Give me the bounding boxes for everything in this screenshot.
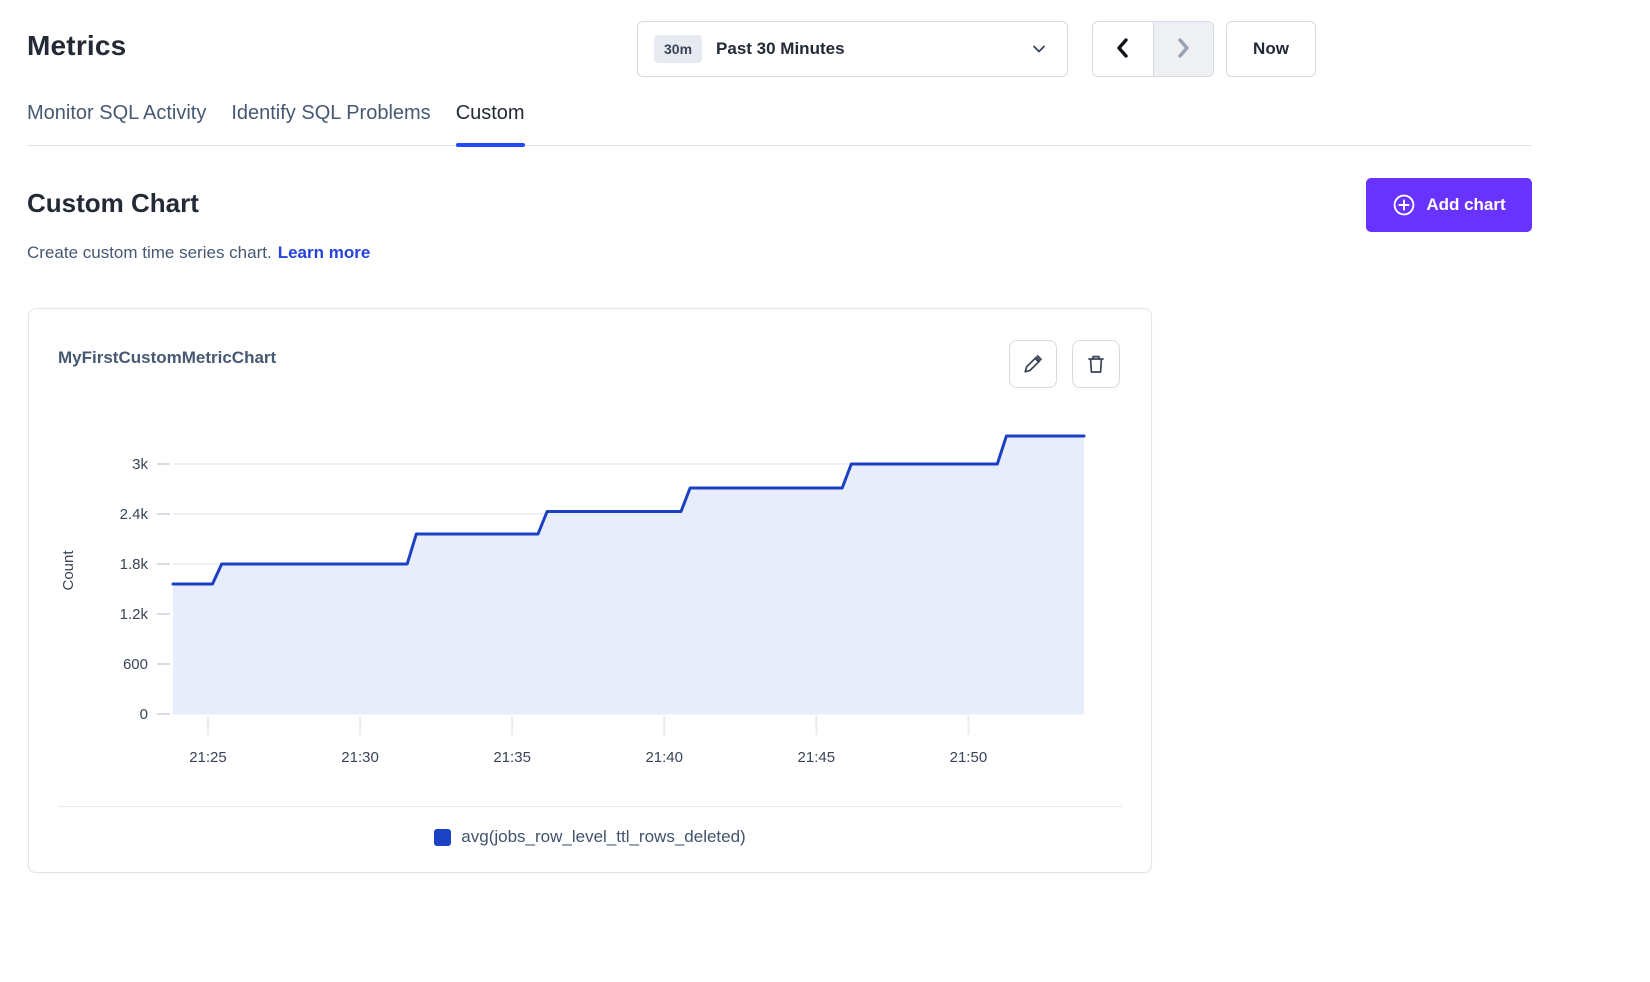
metrics-page: Metrics 30m Past 30 Minutes Now Monitor …	[0, 0, 1650, 982]
time-range-label: Past 30 Minutes	[716, 39, 845, 59]
delete-chart-button[interactable]	[1072, 340, 1120, 388]
svg-text:21:50: 21:50	[950, 749, 988, 766]
svg-text:Count: Count	[60, 550, 77, 591]
svg-text:1.8k: 1.8k	[120, 556, 149, 573]
section-title: Custom Chart	[27, 188, 199, 219]
tab-identify-sql-problems[interactable]: Identify SQL Problems	[231, 100, 430, 145]
custom-metric-chart-card: MyFirstCustomMetricChart 0 600 1.2k 1.8k 2.4…	[28, 308, 1152, 873]
trash-icon	[1085, 353, 1107, 375]
svg-text:1.2k: 1.2k	[120, 606, 149, 623]
add-chart-button[interactable]: Add chart	[1366, 178, 1532, 232]
svg-text:21:45: 21:45	[798, 749, 836, 766]
tab-monitor-sql-activity[interactable]: Monitor SQL Activity	[27, 100, 206, 145]
chevron-down-icon	[1031, 41, 1047, 57]
svg-text:2.4k: 2.4k	[120, 506, 149, 523]
page-title: Metrics	[27, 30, 126, 62]
pencil-icon	[1022, 353, 1044, 375]
now-button[interactable]: Now	[1226, 21, 1316, 77]
chart-title: MyFirstCustomMetricChart	[58, 348, 276, 368]
chevron-left-icon	[1113, 37, 1133, 62]
edit-chart-button[interactable]	[1009, 340, 1057, 388]
section-subtitle: Create custom time series chart. Learn mo…	[27, 243, 370, 263]
custom-time-series-chart: 0 600 1.2k 1.8k 2.4k 3k 21:25 21:30 21:35 21:40 21…	[29, 409, 1153, 777]
svg-text:21:30: 21:30	[341, 749, 379, 766]
subtitle-text: Create custom time series chart.	[27, 243, 272, 262]
svg-text:0: 0	[140, 706, 148, 723]
svg-text:21:40: 21:40	[645, 749, 683, 766]
chevron-right-icon	[1173, 37, 1193, 62]
time-range-badge: 30m	[654, 35, 702, 63]
learn-more-link[interactable]: Learn more	[278, 243, 371, 262]
chart-legend: avg(jobs_row_level_ttl_rows_deleted)	[29, 827, 1151, 847]
legend-series-label: avg(jobs_row_level_ttl_rows_deleted)	[461, 827, 745, 847]
legend-divider	[58, 806, 1122, 807]
next-time-window-button[interactable]	[1153, 22, 1214, 76]
plus-circle-icon	[1392, 193, 1416, 217]
time-range-dropdown[interactable]: 30m Past 30 Minutes	[637, 21, 1068, 77]
tab-custom[interactable]: Custom	[456, 100, 525, 145]
svg-text:600: 600	[123, 656, 148, 673]
previous-time-window-button[interactable]	[1093, 22, 1153, 76]
legend-color-swatch	[434, 829, 451, 846]
svg-text:3k: 3k	[132, 456, 148, 473]
add-chart-label: Add chart	[1426, 195, 1505, 215]
time-window-nav	[1092, 21, 1214, 77]
svg-text:21:35: 21:35	[493, 749, 531, 766]
metrics-tabs: Monitor SQL Activity Identify SQL Proble…	[27, 100, 1532, 146]
svg-text:21:25: 21:25	[189, 749, 227, 766]
